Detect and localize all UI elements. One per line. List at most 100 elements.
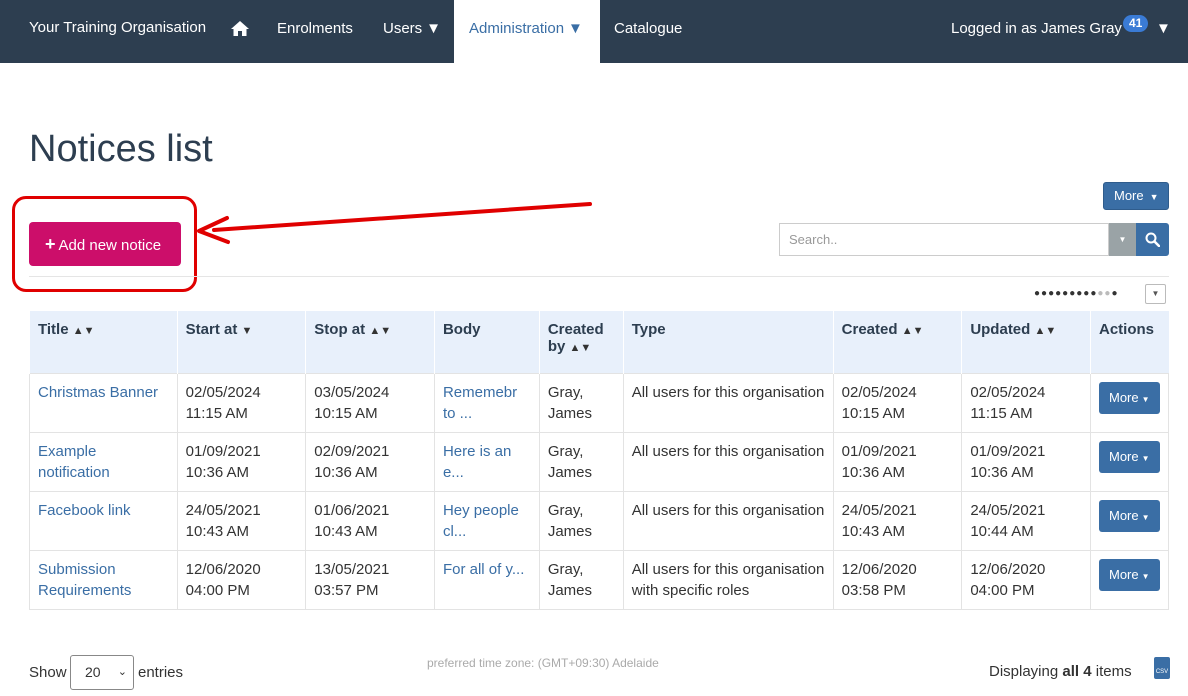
table-row: Christmas Banner 02/05/2024 11:15 AM 03/… bbox=[29, 372, 1169, 433]
row-more-label: More bbox=[1109, 448, 1139, 464]
col-updated-label: Updated bbox=[970, 321, 1031, 338]
add-notice-button[interactable]: + Add new notice bbox=[29, 222, 181, 266]
top-navbar: Your Training Organisation Enrolments Us… bbox=[0, 0, 1188, 63]
body-link[interactable]: Rememebr to ... bbox=[433, 372, 540, 433]
col-created-label: Created bbox=[841, 321, 898, 338]
actions-cell: More ▼ bbox=[1090, 490, 1169, 551]
row-more-button[interactable]: More ▼ bbox=[1099, 440, 1160, 473]
col-stop-at[interactable]: Stop at ▲▼ bbox=[305, 311, 435, 373]
created-by-cell: Gray, James bbox=[538, 549, 624, 610]
col-start-at[interactable]: Start at ▼ bbox=[176, 311, 306, 373]
divider bbox=[29, 276, 1169, 277]
nav-catalogue[interactable]: Catalogue bbox=[614, 0, 682, 63]
col-type: Type bbox=[622, 311, 834, 373]
start-at-cell: 24/05/2021 10:43 AM bbox=[176, 490, 307, 551]
notice-title-link[interactable]: Christmas Banner bbox=[29, 372, 178, 433]
col-actions: Actions bbox=[1090, 311, 1169, 373]
sort-icon: ▲▼ bbox=[569, 342, 592, 354]
body-link[interactable]: Here is an e... bbox=[433, 431, 540, 492]
updated-cell: 24/05/2021 10:44 AM bbox=[961, 490, 1091, 551]
created-cell: 24/05/2021 10:43 AM bbox=[832, 490, 963, 551]
nav-administration-label: Administration bbox=[469, 20, 565, 37]
user-menu[interactable]: Logged in as James Gray bbox=[951, 0, 1122, 63]
displaying-count: Displaying all 4 items bbox=[989, 663, 1132, 680]
start-at-cell: 01/09/2021 10:36 AM bbox=[176, 431, 307, 492]
column-toggle-button[interactable]: ▼ bbox=[1145, 284, 1166, 304]
chevron-down-icon: ⌄ bbox=[117, 666, 127, 678]
stop-at-cell: 13/05/2021 03:57 PM bbox=[305, 549, 435, 610]
caret-down-icon: ▼ bbox=[568, 20, 583, 37]
row-more-button[interactable]: More ▼ bbox=[1099, 558, 1160, 591]
csv-download-icon[interactable]: CSV bbox=[1154, 657, 1170, 679]
sort-icon: ▲▼ bbox=[369, 325, 392, 337]
start-at-cell: 12/06/2020 04:00 PM bbox=[176, 549, 307, 610]
nav-enrolments[interactable]: Enrolments bbox=[277, 0, 353, 63]
home-link[interactable] bbox=[229, 0, 251, 63]
search-button[interactable] bbox=[1136, 223, 1169, 256]
sort-desc-icon: ▼ bbox=[241, 325, 253, 337]
more-button[interactable]: More ▼ bbox=[1103, 182, 1169, 210]
nav-users[interactable]: Users ▼ bbox=[383, 0, 441, 63]
col-body: Body bbox=[433, 311, 540, 373]
brand-link[interactable]: Your Training Organisation bbox=[29, 19, 206, 36]
type-cell: All users for this organisation bbox=[622, 490, 834, 551]
updated-cell: 01/09/2021 10:36 AM bbox=[961, 431, 1091, 492]
sort-icon: ▲▼ bbox=[72, 325, 95, 337]
table-header-row: Title ▲▼ Start at ▼ Stop at ▲▼ Body Crea… bbox=[29, 311, 1169, 373]
stop-at-cell: 02/09/2021 10:36 AM bbox=[305, 431, 435, 492]
notice-title-link[interactable]: Example notification bbox=[29, 431, 178, 492]
page-size-select[interactable]: 20 ⌄ bbox=[70, 655, 134, 690]
nav-administration[interactable]: Administration ▼ bbox=[454, 0, 600, 63]
col-stop-at-label: Stop at bbox=[314, 321, 366, 338]
displaying-prefix: Displaying bbox=[989, 663, 1059, 680]
actions-cell: More ▼ bbox=[1090, 372, 1169, 433]
row-more-button[interactable]: More ▼ bbox=[1099, 499, 1160, 532]
notice-title-link[interactable]: Submission Requirements bbox=[29, 549, 178, 610]
table-row: Facebook link 24/05/2021 10:43 AM 01/06/… bbox=[29, 490, 1169, 551]
caret-down-icon[interactable]: ▼ bbox=[1156, 20, 1171, 37]
more-button-label: More bbox=[1114, 188, 1144, 203]
row-more-label: More bbox=[1109, 566, 1139, 582]
updated-cell: 12/06/2020 04:00 PM bbox=[961, 549, 1091, 610]
type-cell: All users for this organisation bbox=[622, 431, 834, 492]
search-icon bbox=[1145, 232, 1160, 247]
created-by-cell: Gray, James bbox=[538, 431, 624, 492]
sort-icon: ▲▼ bbox=[1034, 325, 1057, 337]
notification-badge[interactable]: 41 bbox=[1123, 15, 1149, 32]
timezone-note: preferred time zone: (GMT+09:30) Adelaid… bbox=[427, 656, 659, 670]
updated-cell: 02/05/2024 11:15 AM bbox=[961, 372, 1091, 433]
created-by-cell: Gray, James bbox=[538, 490, 624, 551]
body-link[interactable]: Hey people cl... bbox=[433, 490, 540, 551]
displaying-total: all 4 bbox=[1062, 663, 1092, 680]
col-updated[interactable]: Updated ▲▼ bbox=[961, 311, 1091, 373]
row-more-button[interactable]: More ▼ bbox=[1099, 381, 1160, 414]
search-dropdown-icon[interactable]: ▼ bbox=[1109, 223, 1136, 256]
col-title[interactable]: Title ▲▼ bbox=[29, 311, 178, 373]
notices-table: Title ▲▼ Start at ▼ Stop at ▲▼ Body Crea… bbox=[29, 311, 1169, 610]
pager-dots-icon[interactable]: ●●●●●●●●●●●● bbox=[1034, 288, 1119, 299]
actions-cell: More ▼ bbox=[1090, 549, 1169, 610]
caret-down-icon: ▼ bbox=[1149, 192, 1159, 202]
plus-icon: + bbox=[45, 234, 56, 254]
row-more-label: More bbox=[1109, 507, 1139, 523]
col-created-by[interactable]: Created by ▲▼ bbox=[538, 311, 624, 373]
page-size-value: 20 bbox=[85, 664, 101, 680]
displaying-suffix: items bbox=[1095, 663, 1132, 680]
stop-at-cell: 01/06/2021 10:43 AM bbox=[305, 490, 435, 551]
table-row: Submission Requirements 12/06/2020 04:00… bbox=[29, 549, 1169, 610]
actions-cell: More ▼ bbox=[1090, 431, 1169, 492]
notice-title-link[interactable]: Facebook link bbox=[29, 490, 178, 551]
col-title-label: Title bbox=[38, 321, 69, 338]
entries-label: entries bbox=[138, 664, 184, 681]
caret-down-icon: ▼ bbox=[1141, 453, 1150, 463]
show-label: Show bbox=[29, 664, 67, 681]
created-cell: 02/05/2024 10:15 AM bbox=[832, 372, 963, 433]
home-icon bbox=[231, 21, 249, 36]
caret-down-icon: ▼ bbox=[1141, 571, 1150, 581]
created-cell: 01/09/2021 10:36 AM bbox=[832, 431, 963, 492]
row-more-label: More bbox=[1109, 389, 1139, 405]
body-link[interactable]: For all of y... bbox=[433, 549, 540, 610]
col-created[interactable]: Created ▲▼ bbox=[832, 311, 962, 373]
type-cell: All users for this organisation bbox=[622, 372, 834, 433]
search-input[interactable]: Search.. bbox=[779, 223, 1109, 256]
